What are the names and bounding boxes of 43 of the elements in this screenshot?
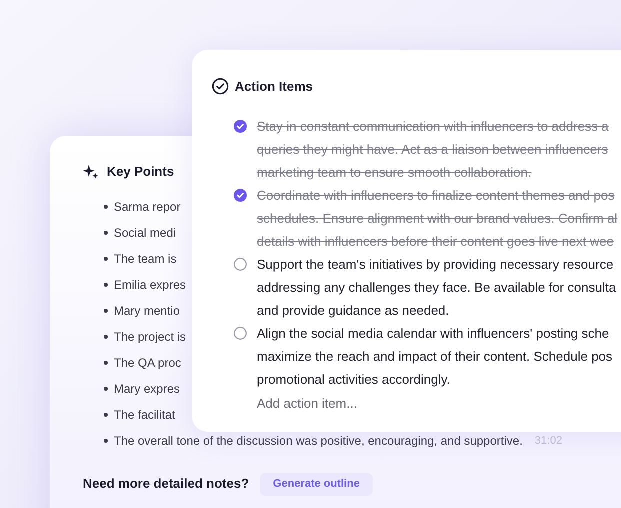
bullet-icon xyxy=(104,387,108,391)
action-item-text: promotional activities accordingly. xyxy=(257,370,452,389)
bullet-icon xyxy=(104,439,108,443)
action-item-text: Coordinate with influencers to finalize content themes and pos xyxy=(257,186,616,205)
key-point-text: The QA proc xyxy=(113,355,182,372)
action-item-text: queries they might have. Act as a liaison between influencers xyxy=(257,140,609,159)
section-title: Key Points xyxy=(107,163,174,181)
bullet-icon xyxy=(104,205,108,209)
bullet-icon xyxy=(104,283,108,287)
key-point-text: Mary expres xyxy=(113,381,180,398)
checkbox[interactable] xyxy=(234,120,247,132)
key-point-text: The project is xyxy=(113,329,186,346)
checkbox[interactable] xyxy=(234,258,247,270)
action-item-text: addressing any challenges they face. Be available for consulta xyxy=(257,278,616,297)
section-title: Action Items xyxy=(235,78,314,96)
key-point-text: Social medi xyxy=(113,225,176,242)
sparkle-icon xyxy=(83,164,99,180)
check-circle-icon xyxy=(212,78,229,96)
key-point-text: The overall tone of the discussion was positive, encouraging, and supportive. xyxy=(113,433,523,450)
action-item-text: Align the social media calendar with influencers' posting sche xyxy=(257,324,610,343)
bullet-icon xyxy=(104,335,108,339)
bullet-icon xyxy=(104,231,108,235)
bullet-icon xyxy=(104,413,108,417)
prompt-text: Need more detailed notes? xyxy=(83,475,250,494)
key-point-text: Emilia expres xyxy=(113,277,186,294)
bullet-icon xyxy=(104,361,108,365)
checkbox[interactable] xyxy=(234,326,247,340)
bullet-icon xyxy=(104,309,108,313)
action-item-text: details with influencers before their content goes live next wee xyxy=(257,232,615,251)
action-item-text: maximize the reach and impact of their content. Schedule pos xyxy=(257,348,613,366)
action-item-text: schedules. Ensure alignment with our brand values. Confirm al xyxy=(257,210,618,228)
action-item-text: Stay in constant communication with influencers to address a xyxy=(257,118,609,136)
key-point-text: Mary mentio xyxy=(113,303,180,320)
generate-outline-button[interactable]: Generate outline xyxy=(260,472,373,496)
key-point-text: Sarma repor xyxy=(113,199,181,216)
action-item-text: and provide guidance as needed. xyxy=(257,302,450,320)
key-point-text: The team is xyxy=(113,251,177,268)
key-point-text: The facilitat xyxy=(113,407,176,424)
bullet-icon xyxy=(104,257,108,261)
action-item-text: marketing team to ensure smooth collaboration. xyxy=(257,164,533,182)
add-action-item-field[interactable]: Add action item... xyxy=(257,392,457,414)
action-item-text: Support the team's initiatives by providing necessary resource xyxy=(257,256,615,274)
checkbox[interactable] xyxy=(234,188,247,202)
